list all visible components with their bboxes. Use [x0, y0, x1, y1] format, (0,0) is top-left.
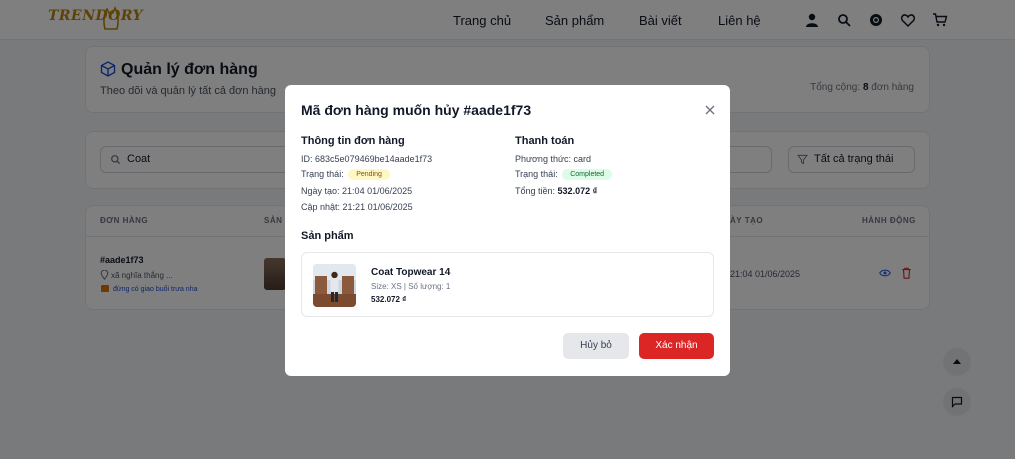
payment-status-line: Trạng thái: Completed [515, 169, 613, 180]
cancel-button[interactable]: Hủy bỏ [563, 333, 629, 359]
payment-title: Thanh toán [515, 135, 575, 147]
products-title: Sản phẩm [301, 230, 354, 242]
status-badge-pending: Pending [348, 169, 390, 180]
created-date-line: Ngày tạo: 21:04 01/06/2025 [301, 186, 413, 196]
order-status-line: Trạng thái: Pending [301, 169, 390, 180]
product-image [313, 264, 356, 307]
product-price: 532.072 ₫ [371, 295, 407, 304]
product-name: Coat Topwear 14 [371, 267, 451, 278]
order-id-value: 683c5e079469be14aade1f73 [315, 154, 433, 164]
payment-total-line: Tổng tiền: 532.072 ₫ [515, 186, 598, 196]
product-meta: Size: XS | Số lượng: 1 [371, 282, 451, 291]
order-id-line: ID: 683c5e079469be14aade1f73 [301, 154, 433, 164]
payment-total-value: 532.072 ₫ [557, 186, 598, 196]
status-badge-completed: Completed [562, 169, 613, 180]
close-icon[interactable] [703, 103, 717, 117]
order-info-title: Thông tin đơn hàng [301, 135, 405, 147]
confirm-button[interactable]: Xác nhận [639, 333, 714, 359]
modal-title: Mã đơn hàng muốn hủy #aade1f73 [301, 102, 532, 118]
product-item: Coat Topwear 14 Size: XS | Số lượng: 1 5… [301, 252, 714, 317]
updated-date-line: Cập nhật: 21:21 01/06/2025 [301, 202, 413, 212]
payment-method-line: Phương thức: card [515, 154, 592, 164]
cancel-order-modal: Mã đơn hàng muốn hủy #aade1f73 Thông tin… [285, 85, 730, 376]
